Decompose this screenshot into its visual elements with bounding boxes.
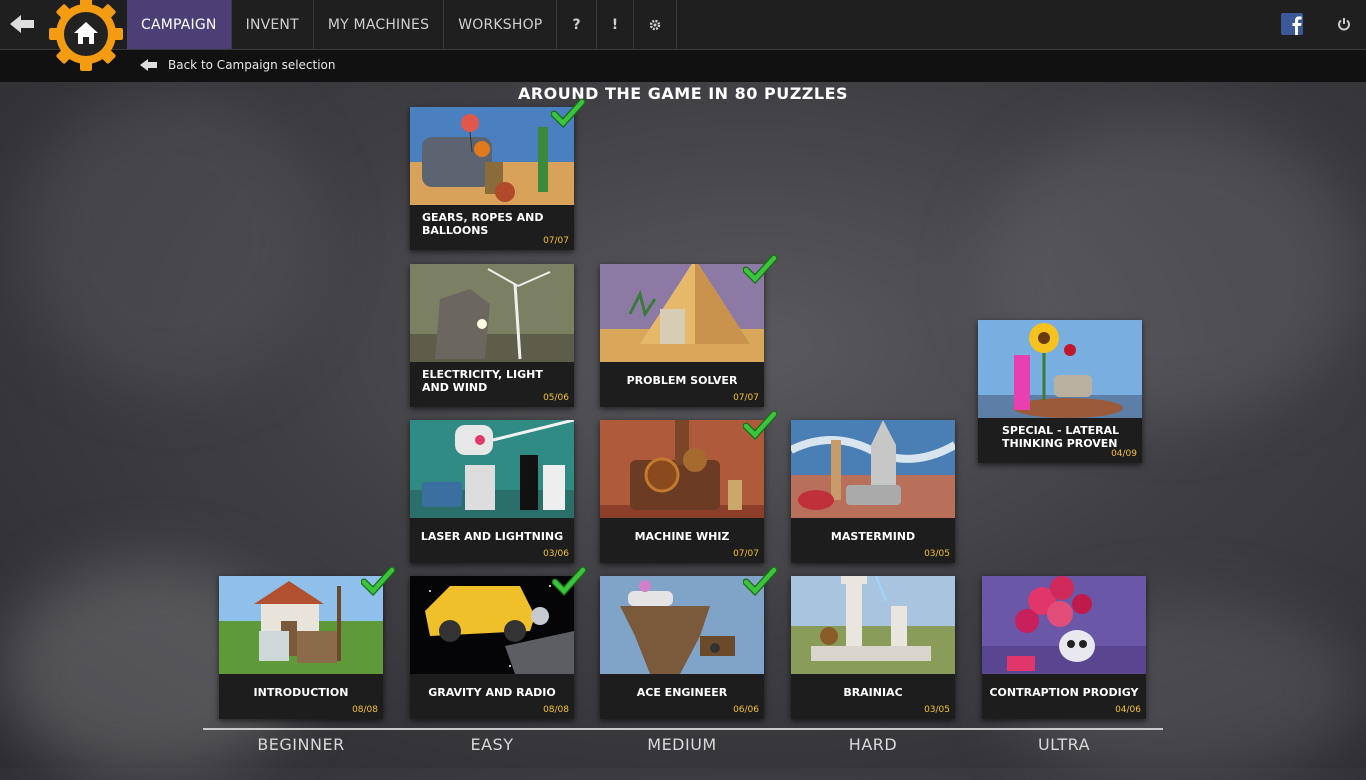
chapter-title: BRAINIAC — [843, 686, 903, 699]
chapter-progress: 03/05 — [924, 705, 950, 715]
chapter-card-brainiac[interactable]: BRAINIAC 03/05 — [791, 576, 955, 719]
difficulty-hard: HARD — [848, 735, 898, 754]
chapter-card-gravity[interactable]: GRAVITY AND RADIO 08/08 — [410, 576, 574, 719]
chapter-progress: 04/09 — [1111, 449, 1137, 459]
home-icon — [49, 0, 123, 71]
chapter-progress: 07/07 — [543, 236, 569, 246]
chapter-thumbnail — [410, 420, 574, 518]
chapter-progress: 03/06 — [543, 549, 569, 559]
alert-button[interactable]: ! — [597, 0, 635, 49]
chapter-card-gears[interactable]: GEARS, ROPES AND BALLOONS 07/07 — [410, 107, 574, 250]
top-nav-bar: CAMPAIGN INVENT MY MACHINES WORKSHOP ? ! — [0, 0, 1366, 50]
chapter-card-ace-engineer[interactable]: ACE ENGINEER 06/06 — [600, 576, 764, 719]
chapter-card-problem-solver[interactable]: PROBLEM SOLVER 07/07 — [600, 264, 764, 407]
gear-icon — [650, 19, 661, 30]
difficulty-easy: EASY — [470, 735, 514, 754]
help-button[interactable]: ? — [557, 0, 597, 49]
chapter-thumbnail — [600, 576, 764, 674]
chapter-progress: 08/08 — [543, 705, 569, 715]
back-arrow-icon[interactable] — [8, 11, 38, 37]
chapter-thumbnail — [410, 264, 574, 362]
difficulty-ultra: ULTRA — [1037, 735, 1091, 754]
settings-button[interactable] — [634, 0, 678, 49]
chapter-title: CONTRAPTION PRODIGY — [989, 686, 1139, 699]
chapter-progress: 06/06 — [733, 705, 759, 715]
chapter-card-mastermind[interactable]: MASTERMIND 03/05 — [791, 420, 955, 563]
facebook-icon[interactable] — [1281, 13, 1303, 35]
chapter-title: MACHINE WHIZ — [634, 530, 730, 543]
chapter-title: PROBLEM SOLVER — [626, 374, 738, 387]
check-icon — [551, 98, 585, 128]
chapter-thumbnail — [410, 576, 574, 674]
difficulty-medium: MEDIUM — [647, 735, 717, 754]
chapter-card-introduction[interactable]: INTRODUCTION 08/08 — [219, 576, 383, 719]
chapter-title: ACE ENGINEER — [636, 686, 728, 699]
chapter-title: LASER AND LIGHTNING — [420, 530, 564, 543]
check-icon — [743, 410, 777, 440]
check-icon — [552, 566, 586, 596]
chapter-progress: 05/06 — [543, 393, 569, 403]
chapter-card-contraption-prodigy[interactable]: CONTRAPTION PRODIGY 04/06 — [982, 576, 1146, 719]
tab-invent[interactable]: INVENT — [232, 0, 314, 49]
chapter-card-laser[interactable]: LASER AND LIGHTNING 03/06 — [410, 420, 574, 563]
chapter-thumbnail — [978, 320, 1142, 418]
chapter-card-machine-whiz[interactable]: MACHINE WHIZ 07/07 — [600, 420, 764, 563]
tab-workshop[interactable]: WORKSHOP — [444, 0, 558, 49]
chapter-card-electricity[interactable]: ELECTRICITY, LIGHT AND WIND 05/06 — [410, 264, 574, 407]
check-icon — [743, 566, 777, 596]
chapter-progress: 03/05 — [924, 549, 950, 559]
chapter-thumbnail — [410, 107, 574, 205]
chapter-thumbnail — [791, 576, 955, 674]
chapter-progress: 04/06 — [1115, 705, 1141, 715]
back-to-campaign-label: Back to Campaign selection — [168, 58, 336, 72]
check-icon — [361, 566, 395, 596]
chapter-progress: 07/07 — [733, 549, 759, 559]
main-nav: CAMPAIGN INVENT MY MACHINES WORKSHOP ? ! — [127, 0, 678, 49]
chapter-title: INTRODUCTION — [253, 686, 349, 699]
chapter-progress: 08/08 — [352, 705, 378, 715]
tab-campaign[interactable]: CAMPAIGN — [127, 0, 232, 49]
page-title: AROUND THE GAME IN 80 PUZZLES — [517, 84, 849, 103]
chapter-thumbnail — [982, 576, 1146, 674]
chapter-title: GEARS, ROPES AND BALLOONS — [422, 211, 544, 237]
chapter-title: GRAVITY AND RADIO — [428, 686, 556, 699]
difficulty-divider — [203, 728, 1163, 730]
back-to-campaign-link[interactable]: Back to Campaign selection — [140, 58, 336, 72]
tab-my-machines[interactable]: MY MACHINES — [314, 0, 445, 49]
chapter-title: ELECTRICITY, LIGHT AND WIND — [422, 368, 543, 394]
difficulty-beginner: BEGINNER — [257, 735, 345, 754]
power-icon[interactable] — [1333, 13, 1355, 35]
chapter-title: MASTERMIND — [830, 530, 916, 543]
chapter-thumbnail — [791, 420, 955, 518]
chapter-title: SPECIAL - LATERAL THINKING PROVEN — [1002, 424, 1120, 450]
check-icon — [743, 254, 777, 284]
chapter-progress: 07/07 — [733, 393, 759, 403]
home-button[interactable] — [46, 0, 126, 72]
chapter-thumbnail — [600, 264, 764, 362]
chapter-card-special[interactable]: SPECIAL - LATERAL THINKING PROVEN 04/09 — [978, 320, 1142, 463]
chapter-thumbnail — [600, 420, 764, 518]
back-arrow-icon — [140, 59, 157, 71]
chapter-thumbnail — [219, 576, 383, 674]
